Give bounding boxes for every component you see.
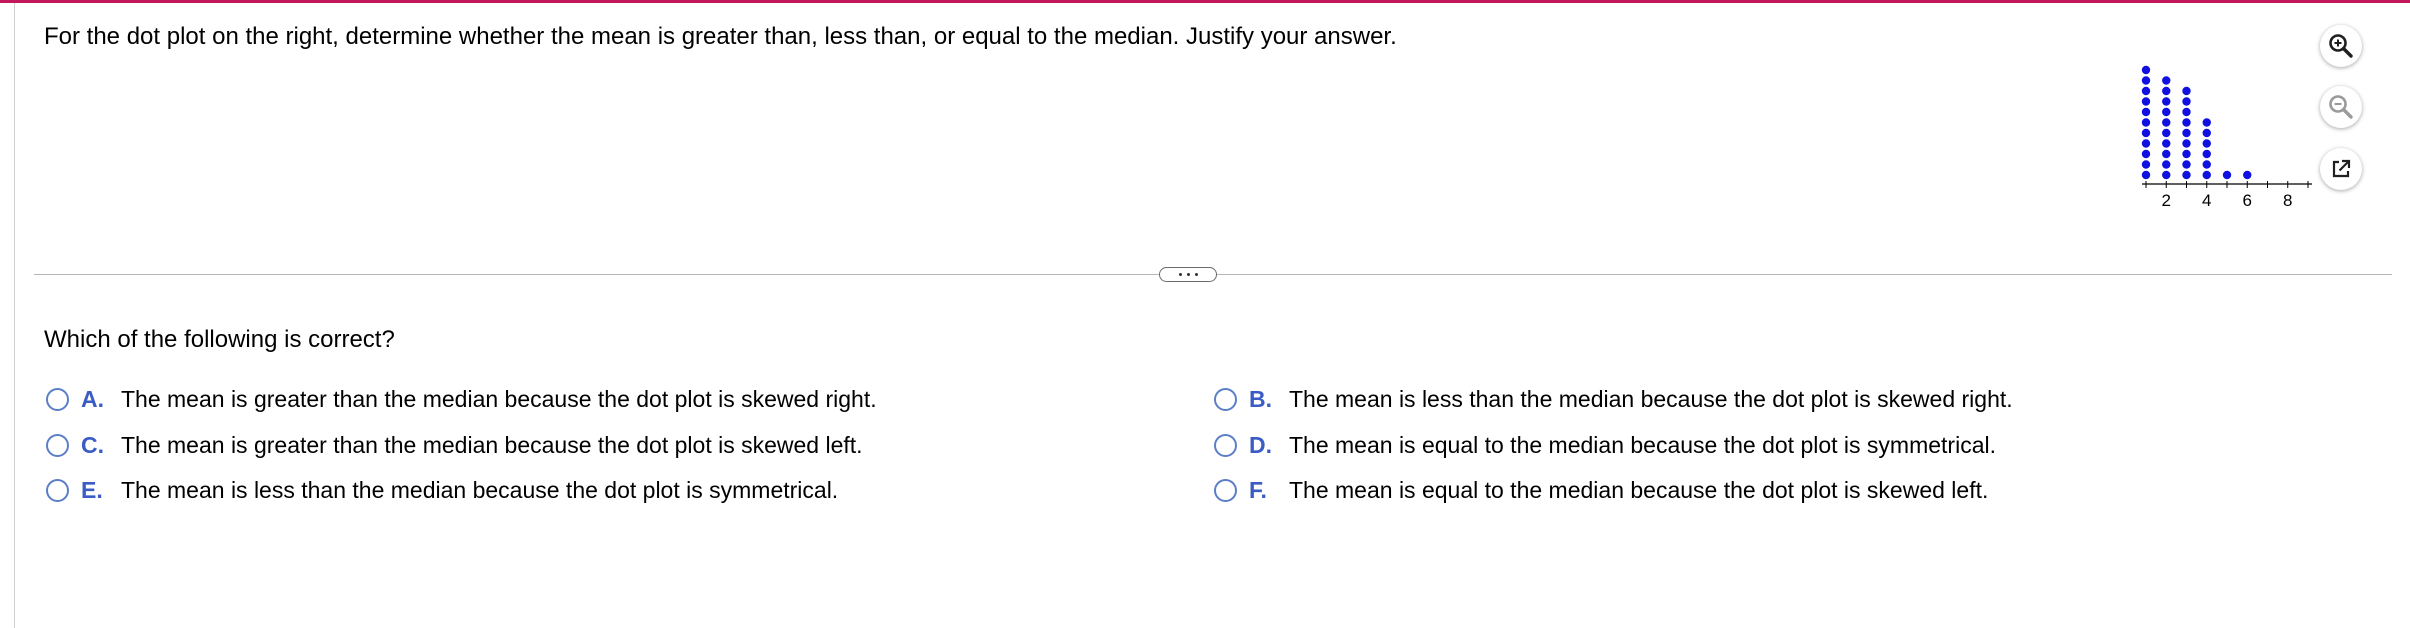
zoom-out-button[interactable] <box>2320 86 2362 128</box>
radio-button[interactable] <box>1214 433 1237 457</box>
option-b[interactable]: B. The mean is less than the median beca… <box>1214 384 2013 414</box>
option-text: The mean is equal to the median because … <box>1289 432 1996 458</box>
data-dot <box>2141 128 2151 138</box>
radio-button[interactable] <box>46 387 69 411</box>
data-dot <box>2162 76 2171 85</box>
external-link-icon <box>2332 159 2351 178</box>
option-text: The mean is less than the median because… <box>1289 386 2013 412</box>
data-dot <box>2141 76 2151 85</box>
option-a[interactable]: A. The mean is greater than the median b… <box>46 384 877 414</box>
data-dot <box>2202 139 2211 148</box>
data-dot <box>2141 97 2151 106</box>
data-dot <box>2182 97 2191 106</box>
x-tick-label: 4 <box>2202 191 2211 210</box>
x-tick-label: 8 <box>2283 191 2292 210</box>
dot-plot-chart: 2 4 6 8 <box>2141 65 2312 210</box>
data-dot <box>2182 128 2191 138</box>
data-dot <box>2202 128 2211 138</box>
radio-button[interactable] <box>1214 387 1237 411</box>
data-dot <box>2141 149 2151 159</box>
option-text: The mean is less than the median because… <box>121 477 839 503</box>
data-dot <box>2182 107 2191 117</box>
left-border <box>14 3 15 628</box>
data-dot <box>2182 170 2191 180</box>
data-dot <box>2202 170 2211 180</box>
top-accent-bar <box>0 0 2410 3</box>
radio-button[interactable] <box>1214 478 1237 502</box>
data-dot <box>2141 86 2151 96</box>
data-dot <box>2162 170 2171 180</box>
data-dot <box>2162 118 2171 127</box>
data-dot <box>2162 128 2171 138</box>
data-dot <box>2182 139 2191 148</box>
option-c[interactable]: C. The mean is greater than the median b… <box>46 430 863 460</box>
data-dot <box>2182 149 2191 159</box>
option-letter: D. <box>1249 432 1272 458</box>
data-dot <box>2222 170 2232 180</box>
expand-handle-button[interactable] <box>1159 267 1217 282</box>
data-dot <box>2141 107 2151 117</box>
popout-button[interactable] <box>2320 148 2362 190</box>
prompt-text: Which of the following is correct? <box>44 326 395 353</box>
data-dot <box>2141 170 2151 180</box>
data-dot <box>2141 160 2151 169</box>
data-dot <box>2162 86 2171 96</box>
data-dot <box>2162 97 2171 106</box>
data-dot <box>2182 118 2191 127</box>
data-dot <box>2162 107 2171 117</box>
zoom-in-button[interactable] <box>2320 25 2362 67</box>
data-dot <box>2202 160 2211 169</box>
ellipsis-icon <box>1178 273 1182 276</box>
option-text: The mean is greater than the median beca… <box>121 432 863 458</box>
radio-button[interactable] <box>46 478 69 502</box>
data-dot <box>2162 149 2171 159</box>
magnifier-minus-icon <box>2329 95 2353 119</box>
page: For the dot plot on the right, determine… <box>0 0 2410 628</box>
x-tick-label: 2 <box>2162 191 2171 210</box>
option-e[interactable]: E. The mean is less than the median beca… <box>46 475 838 505</box>
data-dot <box>2141 139 2151 148</box>
data-dot <box>2243 170 2252 180</box>
data-dot <box>2182 86 2191 96</box>
option-f[interactable]: F. The mean is equal to the median becau… <box>1214 475 1988 505</box>
data-dot <box>2202 118 2211 127</box>
ellipsis-icon <box>1194 273 1198 276</box>
data-dot <box>2141 118 2151 127</box>
data-dot <box>2162 139 2171 148</box>
data-dot <box>2182 160 2191 169</box>
option-letter: B. <box>1249 386 1272 412</box>
ellipsis-icon <box>1186 273 1190 276</box>
radio-button[interactable] <box>46 433 69 457</box>
option-d[interactable]: D. The mean is equal to the median becau… <box>1214 430 1996 460</box>
magnifier-plus-icon <box>2329 34 2353 58</box>
option-letter: F. <box>1249 477 1267 503</box>
question-text: For the dot plot on the right, determine… <box>44 23 1397 50</box>
option-text: The mean is equal to the median because … <box>1289 477 1989 503</box>
option-letter: E. <box>81 477 103 503</box>
option-letter: C. <box>81 432 104 458</box>
option-text: The mean is greater than the median beca… <box>121 386 877 412</box>
data-dot <box>2202 149 2211 159</box>
x-tick-label: 6 <box>2243 191 2252 210</box>
data-dot <box>2141 65 2151 75</box>
option-letter: A. <box>81 386 104 412</box>
data-dot <box>2162 160 2171 169</box>
